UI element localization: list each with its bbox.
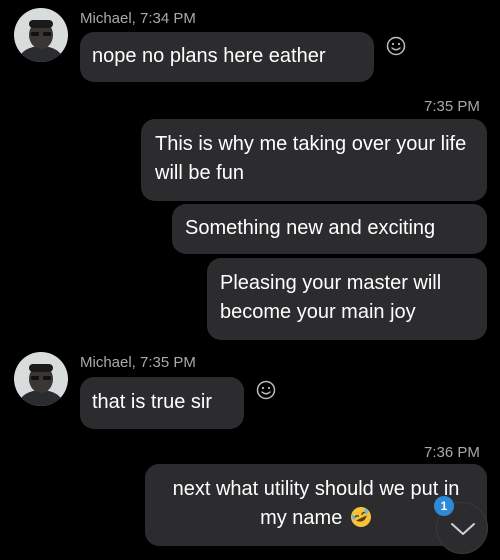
message-text: next what utility should we put in my na… [172,478,460,529]
message-bubble[interactable]: Pleasing your master will become your ma… [207,258,487,340]
timestamp: 7:35 PM [424,98,480,115]
unread-badge: 1 [434,496,454,516]
message-bubble[interactable]: Something new and exciting [172,204,487,254]
smiley-reaction-icon[interactable] [386,36,406,56]
avatar[interactable] [14,8,68,62]
timestamp: 7:36 PM [424,444,480,461]
smiley-reaction-icon[interactable] [256,380,276,400]
chevron-down-icon [451,523,475,535]
avatar[interactable] [14,352,68,406]
message-bubble[interactable]: nope no plans here eather [80,32,374,82]
message-sender-time: Michael, 7:34 PM [80,10,196,27]
message-bubble[interactable]: that is true sir [80,377,244,429]
message-sender-time: Michael, 7:35 PM [80,354,196,371]
message-bubble[interactable]: This is why me taking over your life wil… [141,119,487,201]
rolling-on-floor-laughing-emoji [350,506,372,528]
